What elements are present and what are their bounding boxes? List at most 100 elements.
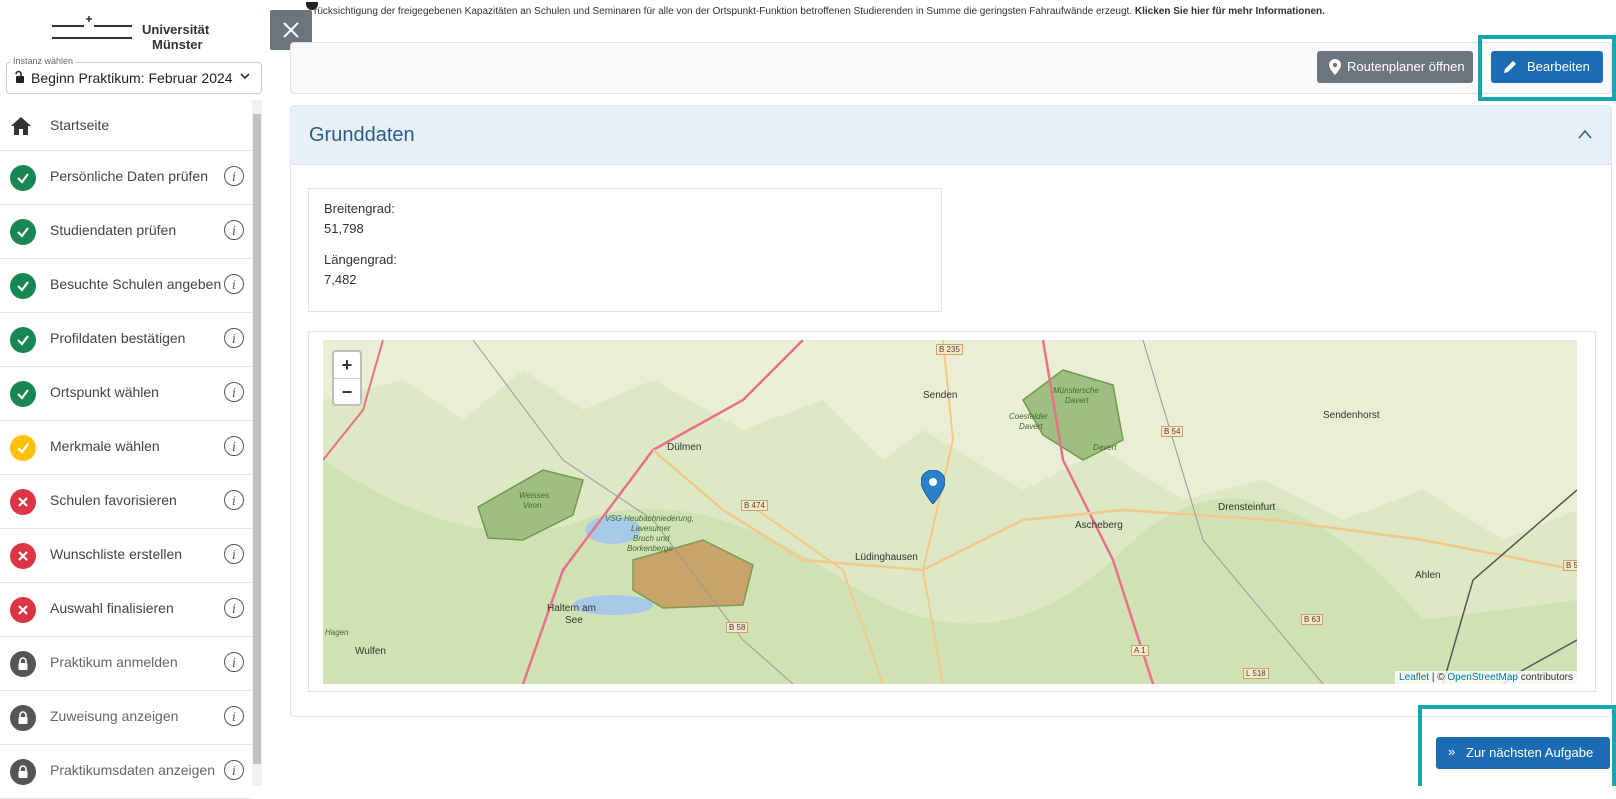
check-circle-icon xyxy=(10,273,36,299)
zoom-out-button[interactable]: − xyxy=(334,379,360,405)
leaflet-link[interactable]: Leaflet xyxy=(1399,672,1429,683)
road-label: B 235 xyxy=(936,344,963,355)
road-label: L 518 xyxy=(1243,668,1269,679)
error-circle-icon xyxy=(10,489,36,515)
lock-icon xyxy=(10,651,36,677)
nav-item[interactable]: Persönliche Daten prüfen i xyxy=(0,151,252,205)
road-label: B 63 xyxy=(1301,614,1324,625)
place-label: Wulfen xyxy=(355,646,386,657)
ortspunkt-notice: rücksichtigung der freigegebenen Kapazit… xyxy=(314,6,1574,17)
instance-select[interactable]: Instanz wählen Beginn Praktikum: Februar… xyxy=(6,56,262,94)
info-icon[interactable]: i xyxy=(224,220,244,240)
nav-item-label: Persönliche Daten prüfen xyxy=(50,168,208,184)
info-icon[interactable]: i xyxy=(224,652,244,672)
place-label: See xyxy=(565,615,583,626)
nav-item-label: Praktikum anmelden xyxy=(50,654,178,670)
map-marker-icon xyxy=(1329,59,1341,75)
chevron-down-icon xyxy=(240,73,250,80)
nav-item[interactable]: Praktikumsdaten anzeigen i xyxy=(0,745,252,799)
nav-item-label: Auswahl finalisieren xyxy=(50,600,174,616)
logo-line-2: Münster xyxy=(152,37,203,52)
map-attribution: Leaflet | © OpenStreetMap contributors xyxy=(1395,671,1577,684)
coordinates-box: Breitengrad: 51,798 Längengrad: 7,482 xyxy=(308,188,942,312)
place-label: Lavesumer xyxy=(631,524,671,533)
zoom-in-button[interactable]: + xyxy=(334,352,360,379)
instance-select-label: Instanz wählen xyxy=(11,56,76,66)
info-icon[interactable]: i xyxy=(224,166,244,186)
info-icon[interactable]: i xyxy=(224,436,244,456)
nav-item-label: Merkmale wählen xyxy=(50,438,160,454)
nav-item-label: Studiendaten prüfen xyxy=(50,222,177,238)
notice-text: rücksichtigung der freigegebenen Kapazit… xyxy=(314,6,1133,17)
place-label: Weisses xyxy=(519,491,550,500)
lock-icon xyxy=(10,705,36,731)
sidebar: Universität Münster Instanz wählen Begin… xyxy=(0,0,270,799)
university-logo[interactable]: Universität Münster xyxy=(52,8,212,52)
map-zoom-control: + − xyxy=(332,350,362,406)
place-label: Davert xyxy=(1065,396,1089,405)
openstreetmap-link[interactable]: OpenStreetMap xyxy=(1447,672,1518,683)
nav-item-label: Profildaten bestätigen xyxy=(50,330,186,346)
check-circle-icon xyxy=(10,165,36,191)
place-label: Coesfelder xyxy=(1009,412,1048,421)
nav-item[interactable]: Wunschliste erstellen i xyxy=(0,529,252,583)
nav-item-label: Praktikumsdaten anzeigen xyxy=(50,762,215,778)
map-view[interactable]: B 235 B 474 B 54 B 58 B 63 A 1 L 518 B 5… xyxy=(323,340,1577,684)
latitude-value: 51,798 xyxy=(324,221,364,236)
next-task-highlight xyxy=(1418,705,1616,786)
place-label: Sendenhorst xyxy=(1323,410,1380,421)
nav-item-label: Zuweisung anzeigen xyxy=(50,708,179,724)
logo-emblem xyxy=(52,16,132,39)
place-label: Hagen xyxy=(325,628,349,637)
nav-item[interactable]: Auswahl finalisieren i xyxy=(0,583,252,637)
nav-item-label: Ortspunkt wählen xyxy=(50,384,159,400)
nav-item[interactable]: Startseite xyxy=(0,100,252,151)
more-info-link[interactable]: Klicken Sie hier für mehr Informationen. xyxy=(1135,6,1325,17)
route-planner-button[interactable]: Routenplaner öffnen xyxy=(1317,51,1473,83)
nav-item[interactable]: Praktikum anmelden i xyxy=(0,637,252,691)
home-icon xyxy=(10,114,36,140)
nav-item[interactable]: Ortspunkt wählen i xyxy=(0,367,252,421)
nav-item[interactable]: Besuchte Schulen angeben i xyxy=(0,259,252,313)
info-icon[interactable]: i xyxy=(224,274,244,294)
nav-item[interactable]: Zuweisung anzeigen i xyxy=(0,691,252,745)
info-icon[interactable]: i xyxy=(224,598,244,618)
nav-item[interactable]: Schulen favorisieren i xyxy=(0,475,252,529)
map-marker-icon[interactable] xyxy=(921,470,945,504)
nav-item-label: Startseite xyxy=(50,117,110,133)
place-label: Davert xyxy=(1093,443,1117,452)
place-label: Ahlen xyxy=(1415,570,1441,581)
nav-item[interactable]: Merkmale wählen i xyxy=(0,421,252,475)
info-icon[interactable]: i xyxy=(224,706,244,726)
place-label: Dülmen xyxy=(667,442,702,453)
road-label: B 474 xyxy=(741,500,768,511)
longitude-label: Längengrad: xyxy=(324,252,398,267)
info-icon[interactable]: i xyxy=(224,760,244,780)
place-label: Borkenberge xyxy=(627,544,673,553)
place-label: Senden xyxy=(923,390,958,401)
longitude-value: 7,482 xyxy=(324,272,357,287)
card-title: Grunddaten xyxy=(309,124,415,146)
task-navigation: Startseite Persönliche Daten prüfen i Studi… xyxy=(0,100,252,799)
close-icon xyxy=(283,22,299,38)
error-circle-icon xyxy=(10,543,36,569)
unlock-icon xyxy=(15,70,24,83)
latitude-label: Breitengrad: xyxy=(324,201,395,216)
attribution-suffix: contributors xyxy=(1517,672,1573,683)
chevron-up-icon[interactable] xyxy=(1577,128,1593,140)
road-label: B 54 xyxy=(1161,426,1184,437)
place-label: Venn xyxy=(523,501,542,510)
nav-item[interactable]: Studiendaten prüfen i xyxy=(0,205,252,259)
grunddaten-header[interactable]: Grunddaten xyxy=(291,106,1611,165)
info-icon[interactable]: i xyxy=(224,328,244,348)
sidebar-scroll-thumb[interactable] xyxy=(253,114,261,764)
check-circle-icon xyxy=(10,381,36,407)
info-icon[interactable]: i xyxy=(224,490,244,510)
nav-item[interactable]: Profildaten bestätigen i xyxy=(0,313,252,367)
warning-circle-icon xyxy=(10,435,36,461)
check-circle-icon xyxy=(10,219,36,245)
info-icon[interactable]: i xyxy=(224,382,244,402)
sidebar-scrollbar[interactable] xyxy=(252,100,262,786)
info-icon[interactable]: i xyxy=(224,544,244,564)
nav-item-label: Besuchte Schulen angeben xyxy=(50,276,222,292)
